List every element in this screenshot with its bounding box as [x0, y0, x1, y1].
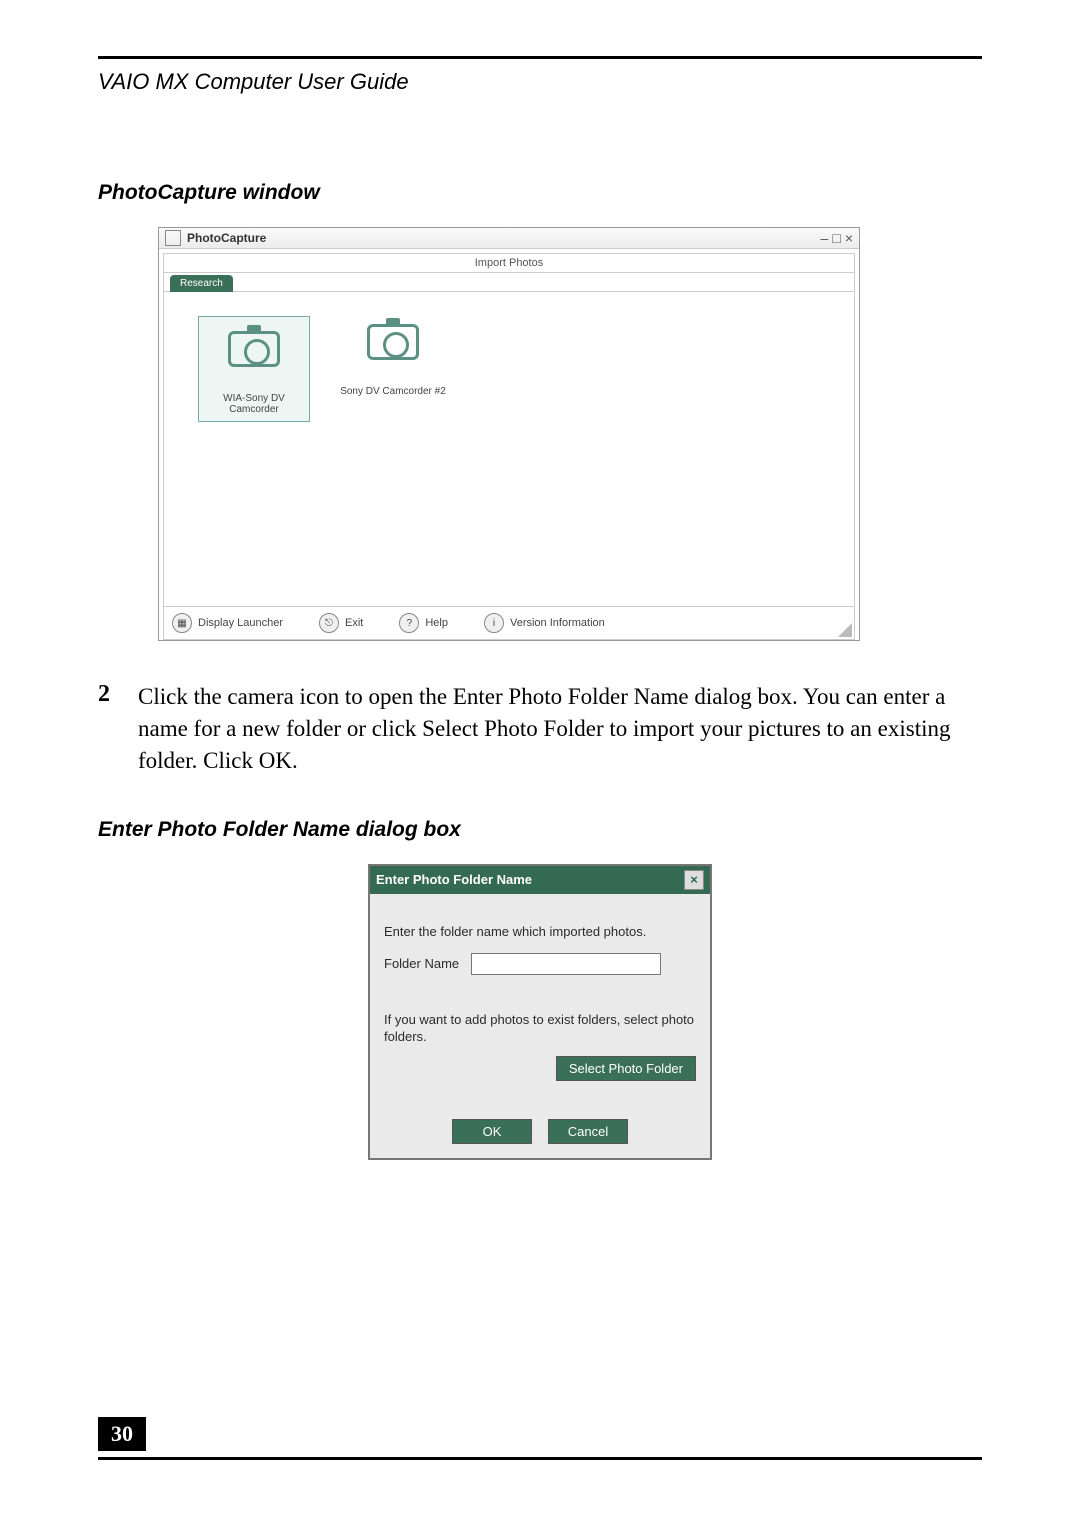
help-icon: ?: [399, 613, 419, 633]
photocapture-title: PhotoCapture: [187, 231, 266, 245]
device-label: WIA-Sony DV Camcorder: [199, 393, 309, 415]
ok-button[interactable]: OK: [452, 1119, 532, 1144]
camera-icon: [363, 316, 423, 364]
step-number: 2: [98, 681, 138, 778]
camera-icon: [224, 323, 284, 371]
exit-label: Exit: [345, 617, 363, 629]
door-icon: ⎋: [319, 613, 339, 633]
tabs-row: Research: [163, 272, 855, 292]
photocapture-window: PhotoCapture – □ × Import Photos Researc…: [158, 227, 860, 641]
app-icon: [165, 230, 181, 246]
dialog-prompt: Enter the folder name which imported pho…: [384, 924, 696, 939]
dialog-titlebar[interactable]: Enter Photo Folder Name ×: [370, 866, 710, 894]
display-launcher-button[interactable]: ▦ Display Launcher: [172, 613, 283, 633]
exist-folders-text: If you want to add photos to exist folde…: [384, 1011, 696, 1046]
select-photo-folder-button[interactable]: Select Photo Folder: [556, 1056, 696, 1081]
page-number: 30: [98, 1417, 146, 1451]
dialog-close-button[interactable]: ×: [684, 870, 704, 890]
grid-icon: ▦: [172, 613, 192, 633]
info-icon: i: [484, 613, 504, 633]
running-head: VAIO MX Computer User Guide: [98, 69, 982, 95]
folder-name-label: Folder Name: [384, 956, 459, 971]
step-text: Click the camera icon to open the Enter …: [138, 681, 982, 778]
display-launcher-label: Display Launcher: [198, 617, 283, 629]
photocapture-titlebar[interactable]: PhotoCapture – □ ×: [159, 228, 859, 249]
help-button[interactable]: ? Help: [399, 613, 448, 633]
maximize-button[interactable]: □: [832, 230, 840, 246]
cancel-button[interactable]: Cancel: [548, 1119, 628, 1144]
folder-name-input[interactable]: [471, 953, 661, 975]
version-info-label: Version Information: [510, 617, 605, 629]
top-rule: [98, 56, 982, 59]
dialog-title: Enter Photo Folder Name: [376, 872, 532, 887]
device-item-1[interactable]: WIA-Sony DV Camcorder: [198, 316, 310, 422]
import-photos-header: Import Photos: [163, 253, 855, 272]
minimize-button[interactable]: –: [821, 230, 829, 246]
version-info-button[interactable]: i Version Information: [484, 613, 605, 633]
enter-folder-dialog: Enter Photo Folder Name × Enter the fold…: [368, 864, 712, 1160]
tab-research[interactable]: Research: [170, 275, 233, 292]
photocapture-footer: ▦ Display Launcher ⎋ Exit ? Help i Versi…: [163, 606, 855, 640]
bottom-rule: [98, 1457, 982, 1460]
device-label: Sony DV Camcorder #2: [338, 386, 448, 397]
close-button[interactable]: ×: [845, 230, 853, 246]
page-footer: 30: [98, 1417, 982, 1460]
devices-pane: WIA-Sony DV Camcorder Sony DV Camcorder …: [163, 292, 855, 606]
exit-button[interactable]: ⎋ Exit: [319, 613, 363, 633]
help-label: Help: [425, 617, 448, 629]
section-title-photocapture: PhotoCapture window: [98, 181, 982, 205]
step-2: 2 Click the camera icon to open the Ente…: [98, 681, 982, 778]
resize-grip[interactable]: [838, 623, 852, 637]
device-item-2[interactable]: Sony DV Camcorder #2: [338, 316, 448, 397]
section-title-enter-folder: Enter Photo Folder Name dialog box: [98, 818, 982, 842]
